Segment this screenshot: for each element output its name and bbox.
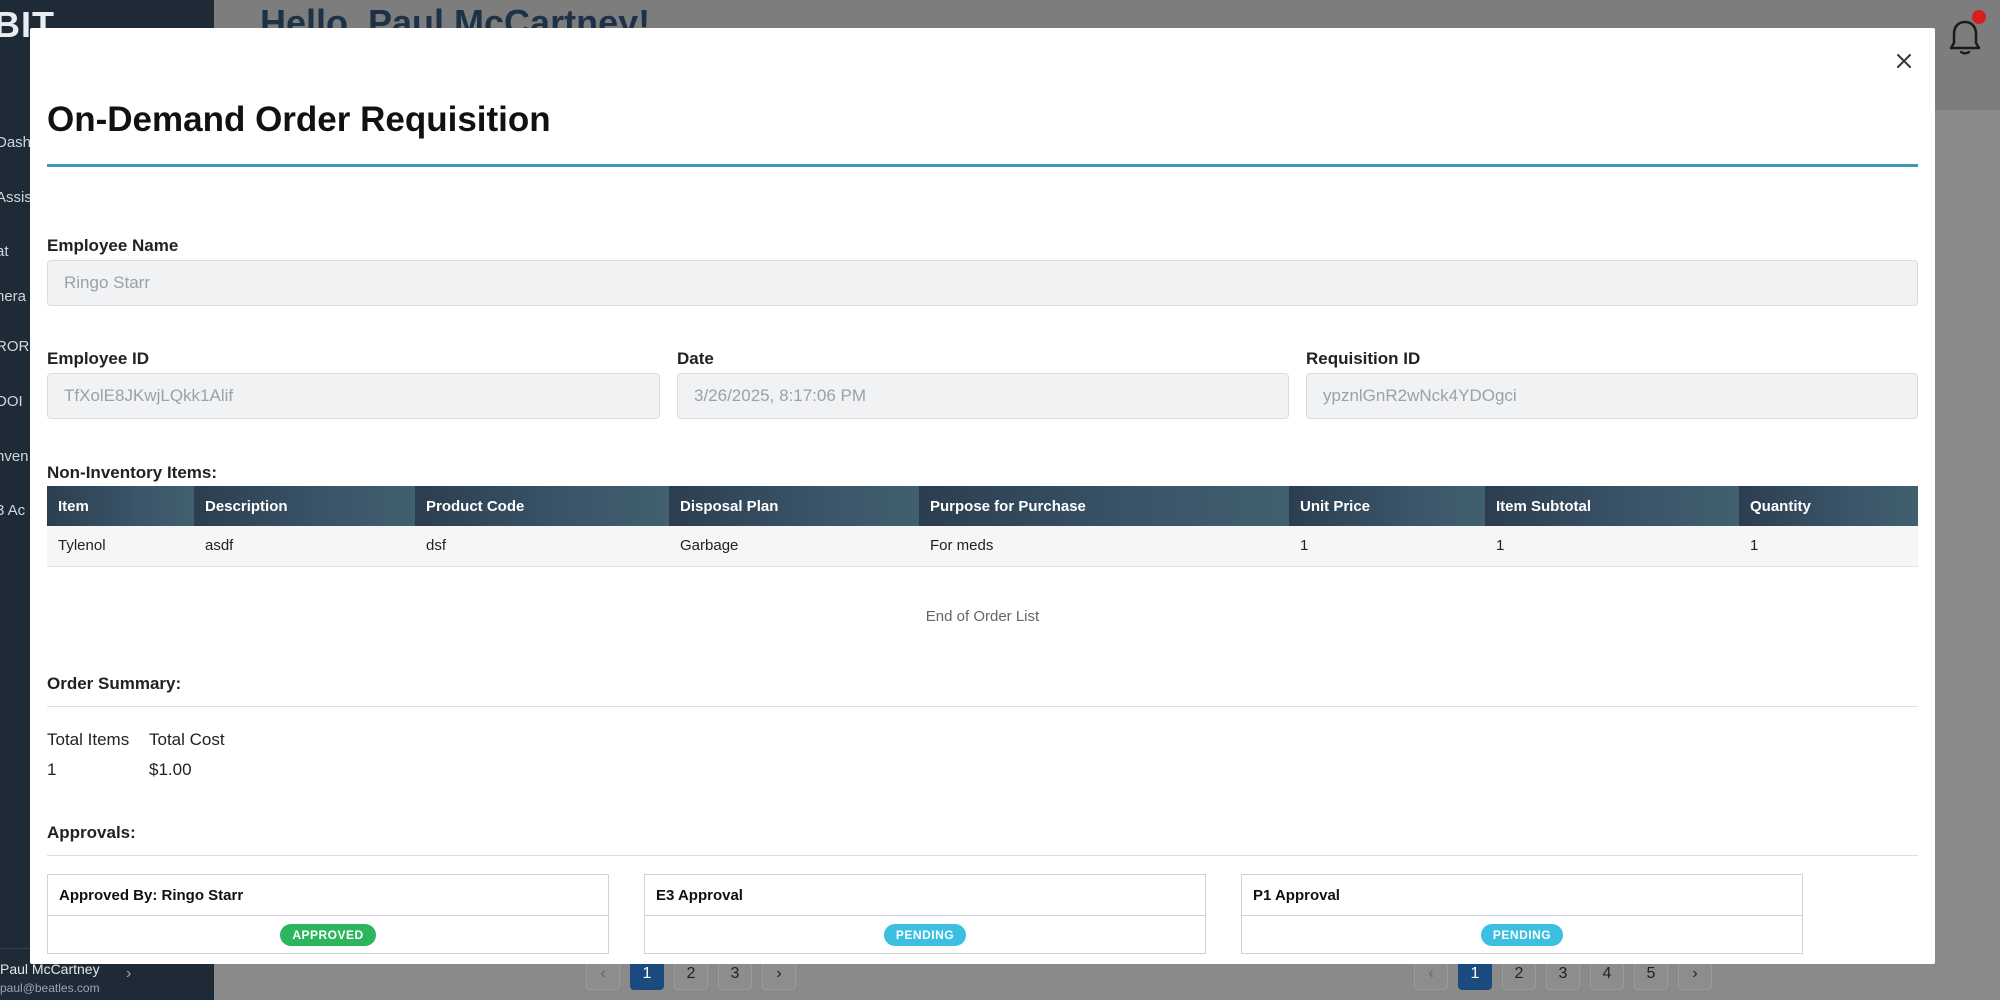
employee-name-field[interactable]: Ringo Starr <box>47 260 1918 306</box>
order-summary-title: Order Summary: <box>47 674 182 693</box>
sidebar-item-inventory[interactable]: nven <box>0 448 29 465</box>
non-inventory-table: Item Description Product Code Disposal P… <box>47 486 1918 567</box>
sidebar-item-ror[interactable]: ROR <box>0 338 29 355</box>
title-divider <box>47 164 1918 167</box>
cell-product-code: dsf <box>415 526 669 567</box>
column-header: Item <box>47 486 194 526</box>
modal-title: On-Demand Order Requisition <box>47 100 551 139</box>
status-badge-pending: PENDING <box>883 924 967 946</box>
user-email: paul@beatles.com <box>0 981 100 995</box>
notification-bell-icon[interactable] <box>1948 18 1982 58</box>
approvals-divider <box>47 855 1918 856</box>
column-header: Product Code <box>415 486 669 526</box>
total-cost-label: Total Cost <box>149 730 225 749</box>
approval-card-heading: E3 Approval <box>645 875 1205 916</box>
cell-purpose: For meds <box>919 526 1289 567</box>
total-cost-value: $1.00 <box>149 760 192 779</box>
sidebar-item-general[interactable]: nera <box>0 288 26 305</box>
chevron-right-icon: › <box>126 965 132 982</box>
sidebar-item-odoo[interactable]: DOI <box>0 393 23 410</box>
cell-unit-price: 1 <box>1289 526 1485 567</box>
cell-disposal-plan: Garbage <box>669 526 919 567</box>
table-header-row: Item Description Product Code Disposal P… <box>47 486 1918 526</box>
column-header: Disposal Plan <box>669 486 919 526</box>
approval-card-body: APPROVED <box>48 916 608 954</box>
requisition-id-label: Requisition ID <box>1306 349 1421 368</box>
column-header: Unit Price <box>1289 486 1485 526</box>
column-header: Quantity <box>1739 486 1918 526</box>
cell-item-subtotal: 1 <box>1485 526 1739 567</box>
notification-dot <box>1972 10 1986 24</box>
total-cost: Total Cost $1.00 <box>149 730 225 780</box>
approval-card-body: PENDING <box>1242 916 1802 954</box>
status-badge-pending: PENDING <box>1480 924 1564 946</box>
non-inventory-title: Non-Inventory Items: <box>47 463 218 482</box>
total-items-label: Total Items <box>47 730 130 749</box>
approval-card-heading: P1 Approval <box>1242 875 1802 916</box>
requisition-id-field[interactable]: ypznlGnR2wNck4YDOgci <box>1306 373 1918 419</box>
cell-quantity: 1 <box>1739 526 1918 567</box>
employee-id-label: Employee ID <box>47 349 150 368</box>
cell-item: Tylenol <box>47 526 194 567</box>
column-header: Description <box>194 486 415 526</box>
date-field[interactable]: 3/26/2025, 8:17:06 PM <box>677 373 1289 419</box>
end-of-list-text: End of Order List <box>925 608 1040 625</box>
table-row: Tylenol asdf dsf Garbage For meds 1 1 1 <box>47 526 1918 567</box>
approvals-title: Approvals: <box>47 823 136 842</box>
close-button[interactable] <box>1889 46 1919 76</box>
date-label: Date <box>677 349 714 368</box>
approval-card-heading: Approved By: Ringo Starr <box>48 875 608 916</box>
total-items-value: 1 <box>47 760 57 779</box>
close-icon <box>1897 54 1911 68</box>
approval-card-p1: P1 Approval PENDING <box>1241 874 1803 954</box>
sidebar-item-chat[interactable]: at <box>0 243 9 260</box>
sidebar-item-accounts[interactable]: 3 Ac <box>0 502 25 519</box>
order-summary-divider <box>47 706 1918 707</box>
employee-id-field[interactable]: TfXolE8JKwjLQkk1Alif <box>47 373 660 419</box>
order-requisition-modal: On-Demand Order Requisition Employee Nam… <box>30 28 1935 964</box>
approval-card-body: PENDING <box>645 916 1205 954</box>
total-items: Total Items 1 <box>47 730 129 780</box>
cell-description: asdf <box>194 526 415 567</box>
employee-name-label: Employee Name <box>47 236 179 255</box>
column-header: Purpose for Purchase <box>919 486 1289 526</box>
approval-card-approved-by: Approved By: Ringo Starr APPROVED <box>47 874 609 954</box>
status-badge-approved: APPROVED <box>280 924 376 946</box>
approval-card-e3: E3 Approval PENDING <box>644 874 1206 954</box>
column-header: Item Subtotal <box>1485 486 1739 526</box>
